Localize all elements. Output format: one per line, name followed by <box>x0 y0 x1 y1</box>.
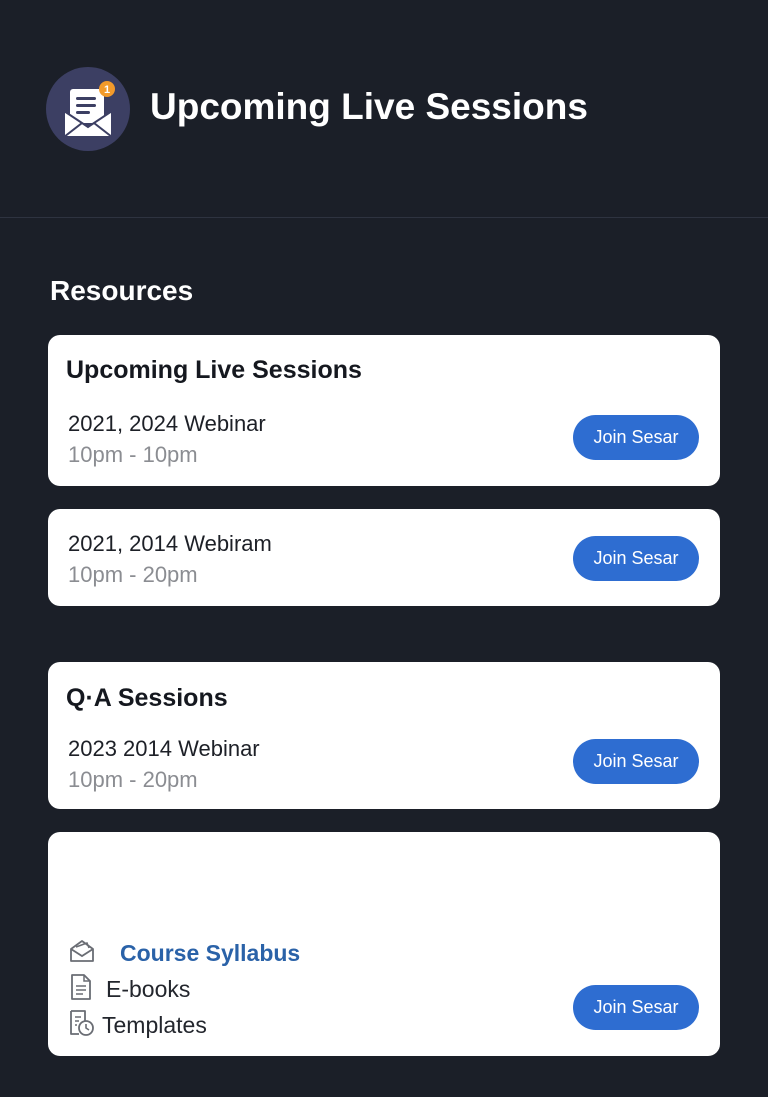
session-card-webiram: 2021, 2014 Webiram 10pm - 20pm Join Sesa… <box>48 509 720 606</box>
session-name: 2023 2014 Webinar <box>68 736 260 761</box>
resource-label: E-books <box>106 975 191 1002</box>
section-title-resources: Resources <box>50 275 194 306</box>
session-time: 10pm - 20pm <box>68 562 198 587</box>
resource-item-e-books[interactable]: E-books <box>68 973 191 1006</box>
notification-badge: 1 <box>104 84 110 96</box>
header-title: Upcoming Live Sessions <box>150 86 588 127</box>
join-session-button[interactable]: Join Sesar <box>573 536 699 581</box>
resources-card: Course Syllabus E-books Templates Join S… <box>48 832 720 1056</box>
resource-item-course-syllabus[interactable]: Course Syllabus <box>68 938 300 968</box>
template-clock-icon <box>68 1009 96 1042</box>
resource-label: Course Syllabus <box>120 939 301 966</box>
session-time: 10pm - 20pm <box>68 767 198 792</box>
session-card-qa: Q·A Sessions 2023 2014 Webinar 10pm - 20… <box>48 662 720 809</box>
resource-item-templates[interactable]: Templates <box>68 1009 207 1042</box>
card-title: Q·A Sessions <box>66 684 228 712</box>
session-time: 10pm - 10pm <box>68 442 198 467</box>
open-envelope-icon <box>68 938 96 969</box>
mail-notification-icon[interactable]: 1 <box>46 67 130 151</box>
session-card-upcoming: Upcoming Live Sessions 2021, 2024 Webina… <box>48 335 720 486</box>
join-session-button[interactable]: Join Sesar <box>573 415 699 460</box>
session-name: 2021, 2024 Webinar <box>68 411 266 436</box>
page: 1 Upcoming Live Sessions Resources Upcom… <box>0 0 768 1097</box>
resource-label: Templates <box>102 1011 207 1038</box>
session-name: 2021, 2014 Webiram <box>68 531 272 556</box>
document-icon <box>68 973 94 1006</box>
app-header: 1 Upcoming Live Sessions <box>0 0 768 218</box>
join-session-button[interactable]: Join Sesar <box>573 985 699 1030</box>
card-title: Upcoming Live Sessions <box>66 356 362 384</box>
join-session-button[interactable]: Join Sesar <box>573 739 699 784</box>
